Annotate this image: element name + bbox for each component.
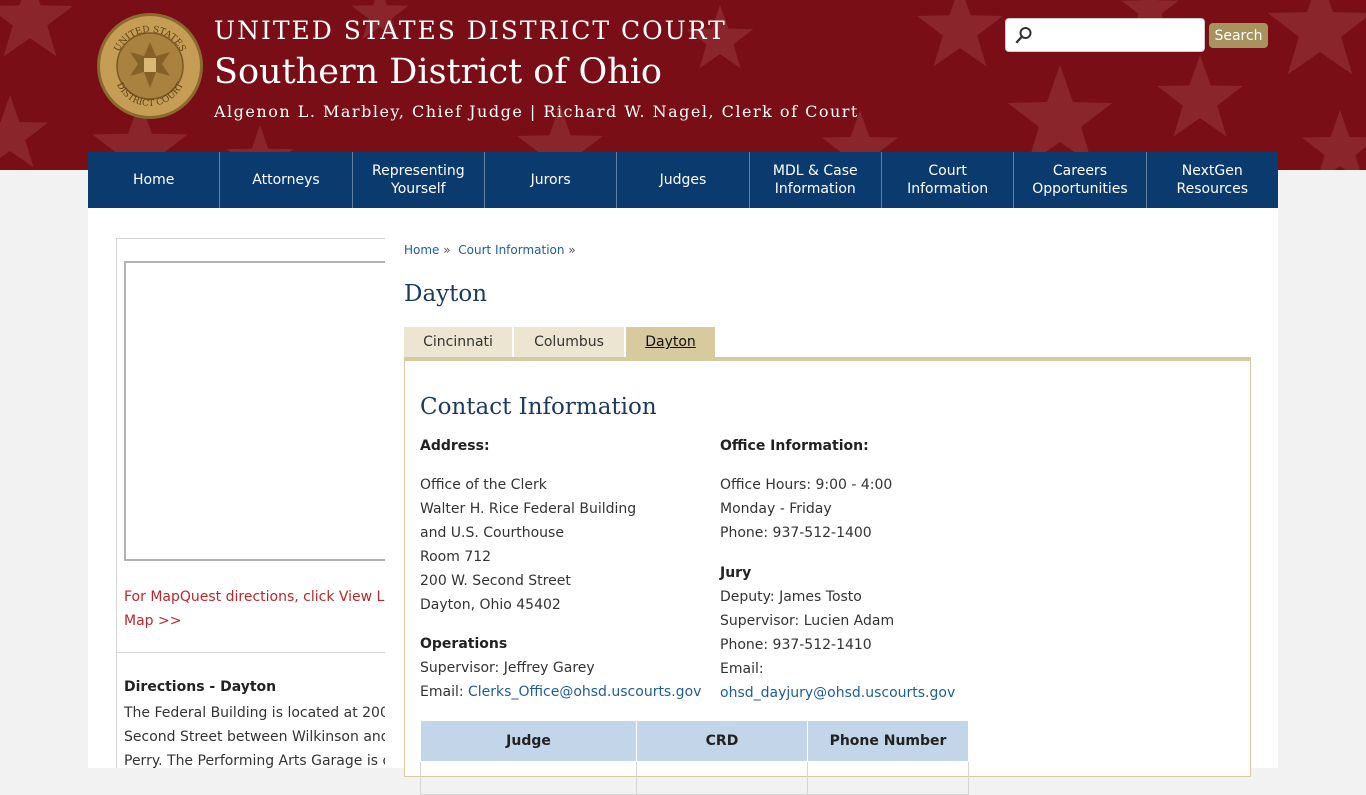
sidebar-divider bbox=[117, 652, 385, 653]
table-row bbox=[420, 761, 969, 795]
search-input[interactable] bbox=[1040, 23, 1202, 49]
site-header: UNITED STATES DISTRICT COURT UNITED STAT… bbox=[0, 0, 1366, 170]
search-icon bbox=[1015, 27, 1032, 44]
sidebar: For MapQuest directions, click View Larg… bbox=[116, 238, 385, 768]
tab-dayton[interactable]: Dayton bbox=[626, 327, 715, 357]
table-header-row: Judge CRD Phone Number bbox=[420, 720, 969, 762]
address-line: Walter H. Rice Federal Building bbox=[420, 501, 637, 517]
directions-title: Directions - Dayton bbox=[124, 679, 277, 695]
page-title: Dayton bbox=[404, 281, 488, 307]
jury-supervisor: Supervisor: Lucien Adam bbox=[720, 613, 895, 629]
nav-label: Home bbox=[132, 172, 175, 188]
nav-label: MDL & Case Information bbox=[772, 163, 858, 197]
nav-label: Court Information bbox=[907, 163, 989, 197]
office-column: Office Information: Office Hours: 9:00 -… bbox=[720, 434, 955, 705]
tab-columbus[interactable]: Columbus bbox=[514, 327, 624, 357]
breadcrumb-separator: » bbox=[568, 243, 576, 257]
jury-deputy: Deputy: James Tosto bbox=[720, 589, 862, 605]
jury-phone: Phone: 937-512-1410 bbox=[720, 637, 872, 653]
nav-jurors[interactable]: Jurors bbox=[485, 152, 618, 208]
email-prefix: Email: bbox=[420, 684, 469, 700]
nav-mdl-case-information[interactable]: MDL & Case Information bbox=[750, 152, 882, 208]
court-name-line1: UNITED STATES DISTRICT COURT bbox=[214, 16, 727, 45]
operations-email-row: Email: Clerks_Office@ohsd.uscourts.gov bbox=[420, 680, 701, 704]
main-navigation: Home Attorneys Representing Yourself Jur… bbox=[88, 152, 1278, 208]
judge-table: Judge CRD Phone Number bbox=[420, 720, 969, 795]
table-header-judge: Judge bbox=[420, 720, 637, 762]
court-name-line2[interactable]: Southern District of Ohio bbox=[214, 52, 662, 92]
nav-label: Attorneys bbox=[252, 172, 320, 188]
table-cell bbox=[636, 761, 808, 795]
breadcrumb: Home » Court Information » bbox=[404, 243, 576, 257]
jury-email-link[interactable]: ohsd_dayjury@ohsd.uscourts.gov bbox=[720, 685, 955, 701]
search-box bbox=[1005, 18, 1205, 52]
address-label: Address: bbox=[420, 438, 490, 454]
view-larger-map-link[interactable]: For MapQuest directions, click View Larg… bbox=[124, 585, 385, 633]
office-hours: Office Hours: 9:00 - 4:00 bbox=[720, 477, 893, 493]
tab-cincinnati[interactable]: Cincinnati bbox=[404, 327, 512, 357]
address-line: Dayton, Ohio 45402 bbox=[420, 597, 561, 613]
address-line: and U.S. Courthouse bbox=[420, 525, 564, 541]
nav-attorneys[interactable]: Attorneys bbox=[220, 152, 353, 208]
nav-judges[interactable]: Judges bbox=[617, 152, 750, 208]
jury-label: Jury bbox=[720, 565, 752, 581]
table-cell bbox=[807, 761, 969, 795]
table-header-crd: CRD bbox=[636, 720, 808, 762]
address-line: Room 712 bbox=[420, 549, 492, 565]
operations-email-link[interactable]: Clerks_Office@ohsd.uscourts.gov bbox=[468, 684, 701, 700]
nav-representing-yourself[interactable]: Representing Yourself bbox=[353, 152, 485, 208]
nav-careers-opportunities[interactable]: Careers Opportunities bbox=[1014, 152, 1147, 208]
office-days: Monday - Friday bbox=[720, 501, 832, 517]
nav-label: Careers Opportunities bbox=[1032, 163, 1128, 197]
court-seal-logo[interactable]: UNITED STATES DISTRICT COURT bbox=[96, 12, 204, 120]
office-information-label: Office Information: bbox=[720, 438, 869, 454]
address-column: Address: Office of the Clerk Walter H. R… bbox=[420, 434, 701, 704]
nav-court-information[interactable]: Court Information bbox=[882, 152, 1015, 208]
nav-label: Jurors bbox=[530, 172, 571, 188]
office-phone: Phone: 937-512-1400 bbox=[720, 525, 872, 541]
nav-label: NextGen Resources bbox=[1176, 163, 1249, 197]
address-line: Office of the Clerk bbox=[420, 477, 547, 493]
search-button[interactable]: Search bbox=[1209, 23, 1268, 48]
directions-text: The Federal Building is located at 200 W… bbox=[124, 705, 385, 768]
jury-email-label: Email: bbox=[720, 661, 764, 677]
breadcrumb-separator: » bbox=[443, 243, 451, 257]
breadcrumb-home[interactable]: Home bbox=[404, 243, 439, 257]
address-line: 200 W. Second Street bbox=[420, 573, 571, 589]
court-officials: Algenon L. Marbley, Chief Judge | Richar… bbox=[214, 102, 859, 121]
contact-information-heading: Contact Information bbox=[420, 394, 657, 420]
table-cell bbox=[420, 761, 637, 795]
operations-label: Operations bbox=[420, 636, 508, 652]
map-embed[interactable] bbox=[124, 261, 385, 561]
nav-label: Representing Yourself bbox=[372, 163, 465, 197]
operations-supervisor: Supervisor: Jeffrey Garey bbox=[420, 660, 595, 676]
breadcrumb-court-information[interactable]: Court Information bbox=[458, 243, 564, 257]
table-header-phone: Phone Number bbox=[807, 720, 969, 762]
nav-label: Judges bbox=[659, 172, 707, 188]
nav-nextgen-resources[interactable]: NextGen Resources bbox=[1147, 152, 1278, 208]
nav-home[interactable]: Home bbox=[88, 152, 221, 208]
